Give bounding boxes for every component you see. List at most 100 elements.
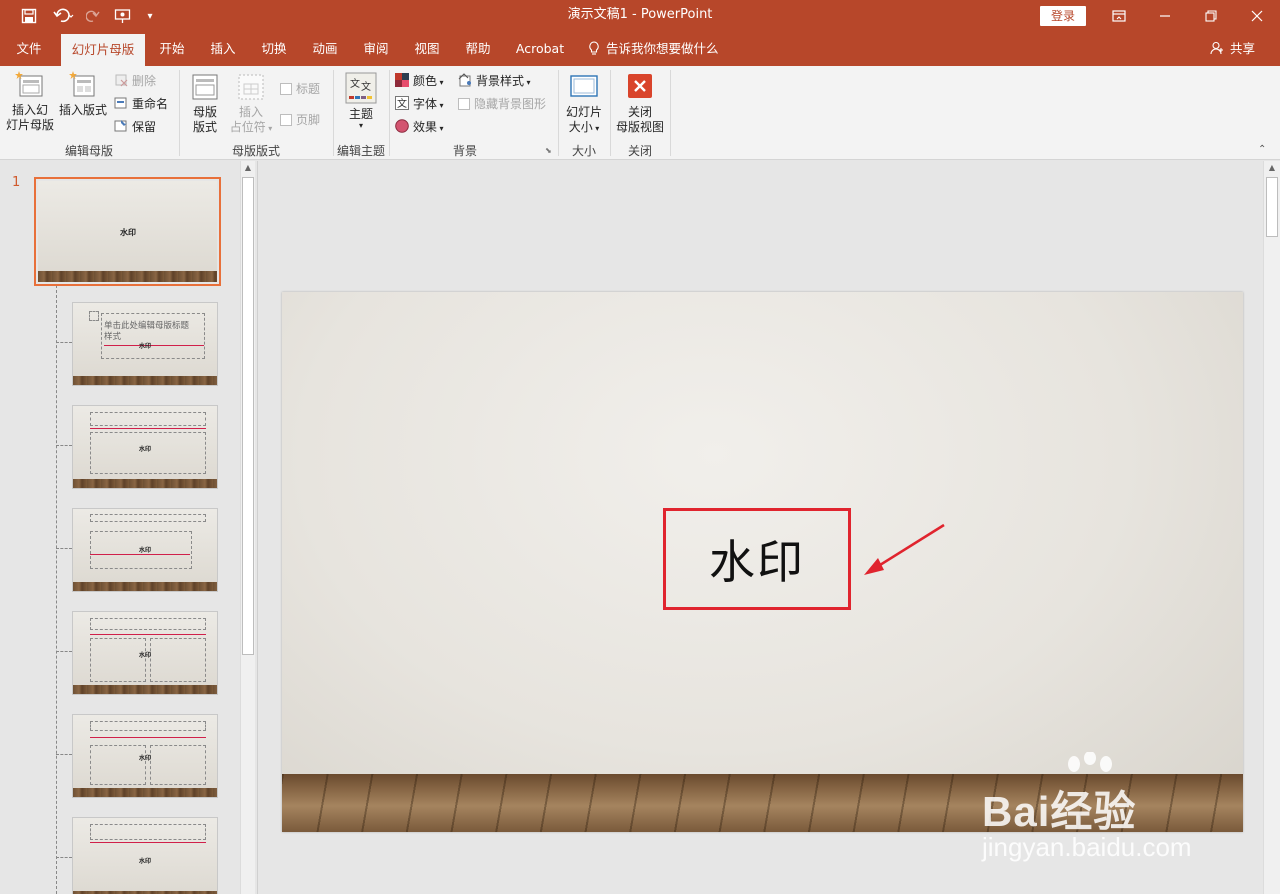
window-title: 演示文稿1 - PowerPoint xyxy=(567,7,713,22)
insert-layout-label: 插入版式 xyxy=(58,103,107,117)
close-master-view-button[interactable]: 关闭 母版视图 xyxy=(614,72,666,135)
rename-button[interactable]: 重命名 xyxy=(114,95,168,112)
footer-checkbox[interactable]: 页脚 xyxy=(280,111,320,128)
tab-help[interactable]: 帮助 xyxy=(457,32,499,66)
close-window-icon[interactable] xyxy=(1234,0,1280,32)
thumb-accent-line xyxy=(90,634,206,635)
thumb-placeholder xyxy=(150,745,206,785)
ribbon: 插入幻 灯片母版 插入版式 删除 重命名 保留 编辑母版 母版 版式 插入 占位… xyxy=(0,66,1280,160)
layout-thumb-title-line1: 单击此处编辑母版标题 xyxy=(104,321,190,331)
insert-placeholder-label-1: 插入 xyxy=(238,105,263,119)
title-checkbox-label: 标题 xyxy=(296,82,321,96)
thumb-floor xyxy=(73,479,217,488)
dropdown-arrow-icon: ▾ xyxy=(437,124,444,133)
ribbon-display-options-icon[interactable] xyxy=(1096,0,1142,32)
insert-placeholder-label-2: 占位符 ▾ xyxy=(228,120,274,136)
insert-layout-icon xyxy=(69,71,95,97)
restore-icon[interactable] xyxy=(1188,0,1234,32)
title-checkbox[interactable]: 标题 xyxy=(280,80,320,97)
minimize-icon[interactable] xyxy=(1142,0,1188,32)
tab-review[interactable]: 审阅 xyxy=(355,32,397,66)
tree-branch xyxy=(56,342,72,343)
delete-icon xyxy=(115,74,128,87)
customize-toolbar-icon[interactable]: ▾ xyxy=(142,0,158,32)
layout-thumb-watermark: 水印 xyxy=(139,446,152,453)
ribbon-tabs: 文件 幻灯片母版 开始 插入 切换 动画 审阅 视图 帮助 Acrobat 告诉… xyxy=(0,32,1280,66)
insert-placeholder-button[interactable]: 插入 占位符 ▾ xyxy=(228,72,274,136)
tab-home[interactable]: 开始 xyxy=(151,32,193,66)
slide-size-icon xyxy=(570,75,598,97)
insert-layout-button[interactable]: 插入版式 xyxy=(56,70,110,118)
save-icon[interactable] xyxy=(16,0,42,32)
svg-text:文: 文 xyxy=(350,77,360,90)
layout-thumb-watermark: 水印 xyxy=(139,343,152,350)
tab-animations[interactable]: 动画 xyxy=(304,32,346,66)
dialog-launcher-icon[interactable]: ⬊ xyxy=(545,146,552,155)
effects-button[interactable]: 效果 ▾ xyxy=(395,118,444,135)
themes-dropdown-icon: ▾ xyxy=(358,121,363,130)
fonts-button[interactable]: 文字体 ▾ xyxy=(395,95,444,112)
layout-thumbnail-4[interactable]: 水印 xyxy=(72,611,218,695)
annotation-arrow-icon xyxy=(864,523,945,575)
slide-scrollbar-thumb[interactable] xyxy=(1266,177,1278,237)
layout-thumbnail-6[interactable]: 水印 xyxy=(72,817,218,894)
slide-wood-floor xyxy=(282,774,1243,832)
scroll-up-icon[interactable]: ▲ xyxy=(241,163,255,172)
colors-label: 颜色 xyxy=(413,74,438,88)
master-thumbnail-selection[interactable]: 水印 xyxy=(34,177,221,286)
thumbnail-scrollbar[interactable]: ▲ xyxy=(240,161,255,894)
layout-thumb-watermark: 水印 xyxy=(139,755,152,762)
dropdown-arrow-icon: ▾ xyxy=(592,124,600,133)
slide-size-button[interactable]: 幻灯片 大小 ▾ xyxy=(563,72,605,136)
thumb-floor xyxy=(38,271,217,282)
rename-label: 重命名 xyxy=(132,97,169,111)
baidu-url: jingyan.baidu.com xyxy=(982,832,1192,862)
tab-view[interactable]: 视图 xyxy=(406,32,448,66)
tell-me-search[interactable]: 告诉我你想要做什么 xyxy=(588,32,719,66)
background-styles-button[interactable]: 背景样式 ▾ xyxy=(458,72,531,89)
slide-size-label-2: 大小 ▾ xyxy=(563,120,605,136)
background-styles-label: 背景样式 xyxy=(476,74,525,88)
tab-file[interactable]: 文件 xyxy=(6,32,52,66)
preserve-label: 保留 xyxy=(132,120,157,134)
preserve-button[interactable]: 保留 xyxy=(114,118,156,135)
colors-button[interactable]: 颜色 ▾ xyxy=(395,72,444,89)
tab-insert[interactable]: 插入 xyxy=(202,32,244,66)
close-master-view-label-2: 母版视图 xyxy=(615,120,664,134)
slide-canvas[interactable]: 水印 xyxy=(282,292,1243,832)
master-layout-button[interactable]: 母版 版式 xyxy=(186,72,224,135)
insert-placeholder-label-2-text: 占位符 xyxy=(229,120,266,134)
delete-label: 删除 xyxy=(132,74,157,88)
tab-transitions[interactable]: 切换 xyxy=(253,32,295,66)
master-thumbnail: 水印 xyxy=(38,181,217,282)
share-button[interactable]: 共享 xyxy=(1210,32,1255,66)
tab-acrobat[interactable]: Acrobat xyxy=(510,32,570,66)
thumbnail-scrollbar-thumb[interactable] xyxy=(242,177,254,655)
slide-scrollbar[interactable]: ▲ xyxy=(1263,161,1280,894)
tree-branch xyxy=(56,857,72,858)
insert-slide-master-icon xyxy=(15,71,43,97)
tab-slide-master[interactable]: 幻灯片母版 xyxy=(61,34,145,66)
thumb-floor xyxy=(73,788,217,797)
delete-button[interactable]: 删除 xyxy=(114,72,156,89)
redo-icon[interactable] xyxy=(84,0,102,32)
thumb-accent-line xyxy=(90,842,206,843)
watermark-text: 水印 xyxy=(709,535,805,589)
scroll-up-icon[interactable]: ▲ xyxy=(1264,163,1280,172)
dropdown-arrow-icon: ▾ xyxy=(265,124,273,133)
hide-background-graphics-checkbox[interactable]: 隐藏背景图形 xyxy=(458,95,546,112)
layout-thumbnail-2[interactable]: 水印 xyxy=(72,405,218,489)
fonts-icon: 文 xyxy=(395,96,409,110)
themes-button[interactable]: 文文 主题 ▾ xyxy=(342,72,380,131)
undo-icon[interactable] xyxy=(48,0,80,32)
start-from-beginning-icon[interactable] xyxy=(112,0,134,32)
login-button[interactable]: 登录 xyxy=(1040,6,1086,26)
insert-slide-master-button[interactable]: 插入幻 灯片母版 xyxy=(4,70,56,133)
size-group-label: 大小 xyxy=(571,144,596,158)
layout-thumbnail-1[interactable]: 单击此处编辑母版标题 样式 水印 xyxy=(72,302,218,386)
thumb-placeholder xyxy=(90,721,206,731)
layout-thumbnail-5[interactable]: 水印 xyxy=(72,714,218,798)
watermark-text-box[interactable]: 水印 xyxy=(663,508,851,610)
collapse-ribbon-icon[interactable]: ⌃ xyxy=(1258,144,1266,155)
layout-thumbnail-3[interactable]: 水印 xyxy=(72,508,218,592)
